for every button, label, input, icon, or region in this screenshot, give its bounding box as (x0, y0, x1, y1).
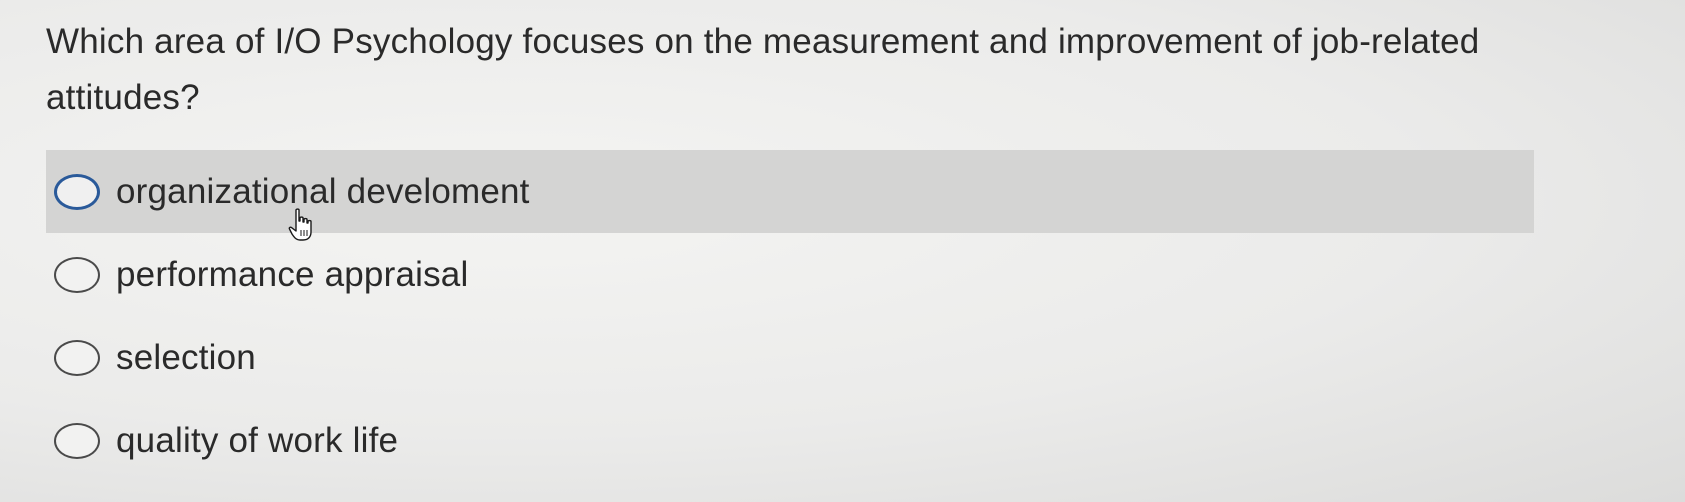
radio-button[interactable] (54, 256, 100, 293)
radio-button[interactable] (54, 173, 100, 210)
radio-button[interactable] (54, 339, 100, 376)
option-label: performance appraisal (116, 254, 469, 294)
option-organizational-development[interactable]: organizational develoment (46, 150, 1534, 233)
option-label: quality of work life (116, 420, 399, 460)
answer-options: organizational develoment performance ap… (46, 150, 1534, 482)
option-label: organizational develoment (116, 171, 530, 211)
option-quality-of-work-life[interactable]: quality of work life (46, 399, 1534, 482)
option-performance-appraisal[interactable]: performance appraisal (46, 233, 1534, 316)
option-selection[interactable]: selection (46, 316, 1534, 399)
option-label: selection (116, 337, 256, 377)
question-text: Which area of I/O Psychology focuses on … (46, 22, 1480, 117)
quiz-question-panel: Which area of I/O Psychology focuses on … (0, 0, 1685, 502)
radio-button[interactable] (54, 422, 100, 459)
